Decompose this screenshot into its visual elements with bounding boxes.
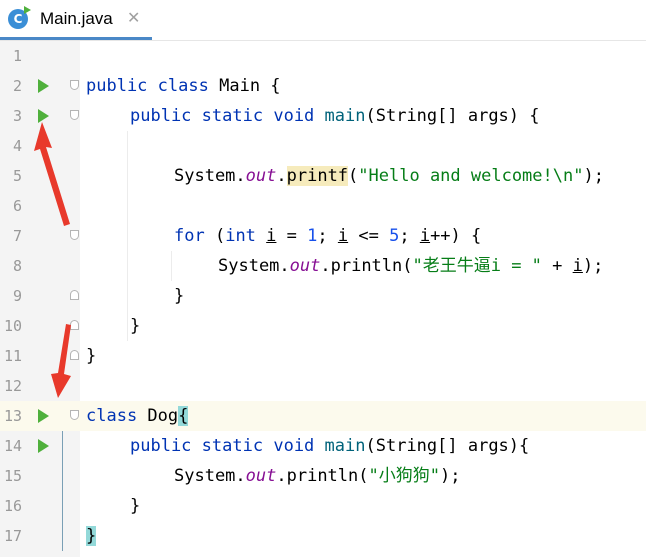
code-line-13: 13 class Dog{ [0,401,646,431]
code-text: System.out.printf("Hello and welcome!\n"… [174,166,604,186]
line-number: 6 [12,197,22,215]
line-number: 5 [12,167,22,185]
line-number: 15 [3,467,22,485]
matched-brace: } [86,526,97,546]
code-line-15: 15 System.out.println("小狗狗"); [0,461,646,491]
line-number: 11 [3,347,22,365]
fold-icon[interactable] [70,80,79,90]
code-text: public static void main(String[] args) { [130,106,540,126]
matched-brace: { [178,406,189,426]
code-line-5: 5 System.out.printf("Hello and welcome!\… [0,161,646,191]
code-text: } [130,316,141,336]
editor-tab-bar: C Main.java ✕ [0,0,646,41]
code-line-7: 7 for (int i = 1; i <= 5; i++) { [0,221,646,251]
code-line-3: 3 public static void main(String[] args)… [0,101,646,131]
code-text: } [130,496,141,516]
annotation-arrow-icon [34,122,70,226]
code-line-12: 12 [0,371,646,401]
fold-icon[interactable] [70,110,79,120]
code-line-2: 2 public class Main { [0,71,646,101]
line-number: 17 [3,527,22,545]
code-text: public class Main { [86,76,281,96]
fold-icon[interactable] [70,230,79,240]
run-icon[interactable] [38,439,49,453]
code-text: System.out.println("老王牛逼i = " + i); [218,256,604,276]
line-number: 9 [12,287,22,305]
code-text: } [86,346,97,366]
code-line-1: 1 [0,41,646,71]
line-number: 2 [12,77,22,95]
code-line-9: 9 } [0,281,646,311]
line-number: 3 [12,107,22,125]
code-line-6: 6 [0,191,646,221]
code-line-11: 11 } [0,341,646,371]
tab-main-java[interactable]: C Main.java ✕ [0,0,152,40]
line-number: 16 [3,497,22,515]
java-class-icon: C [8,6,31,29]
code-text: public static void main(String[] args){ [130,436,530,456]
fold-icon[interactable] [70,290,79,300]
line-number: 7 [12,227,22,245]
fold-icon[interactable] [70,410,79,420]
annotation-arrow-icon [51,324,71,398]
code-line-10: 10 } [0,311,646,341]
code-text: } [86,521,97,551]
code-text: } [174,286,185,306]
line-number: 14 [3,437,22,455]
line-number: 8 [12,257,22,275]
code-line-14: 14 public static void main(String[] args… [0,431,646,461]
close-tab-icon[interactable]: ✕ [127,8,140,27]
code-line-17: 17 } [0,521,646,551]
run-icon[interactable] [38,79,49,93]
run-icon[interactable] [38,409,49,423]
line-number: 12 [3,377,22,395]
code-text: for (int i = 1; i <= 5; i++) { [174,226,482,246]
code-text: System.out.println("小狗狗"); [174,466,461,486]
code-text: class Dog{ [86,406,189,426]
line-number: 1 [12,47,22,65]
line-number: 10 [3,317,22,335]
line-number: 4 [12,137,22,155]
line-number: 13 [3,407,22,425]
code-line-16: 16 } [0,491,646,521]
tab-label: Main.java [40,9,113,28]
code-line-8: 8 System.out.println("老王牛逼i = " + i); [0,251,646,281]
code-line-4: 4 [0,131,646,161]
